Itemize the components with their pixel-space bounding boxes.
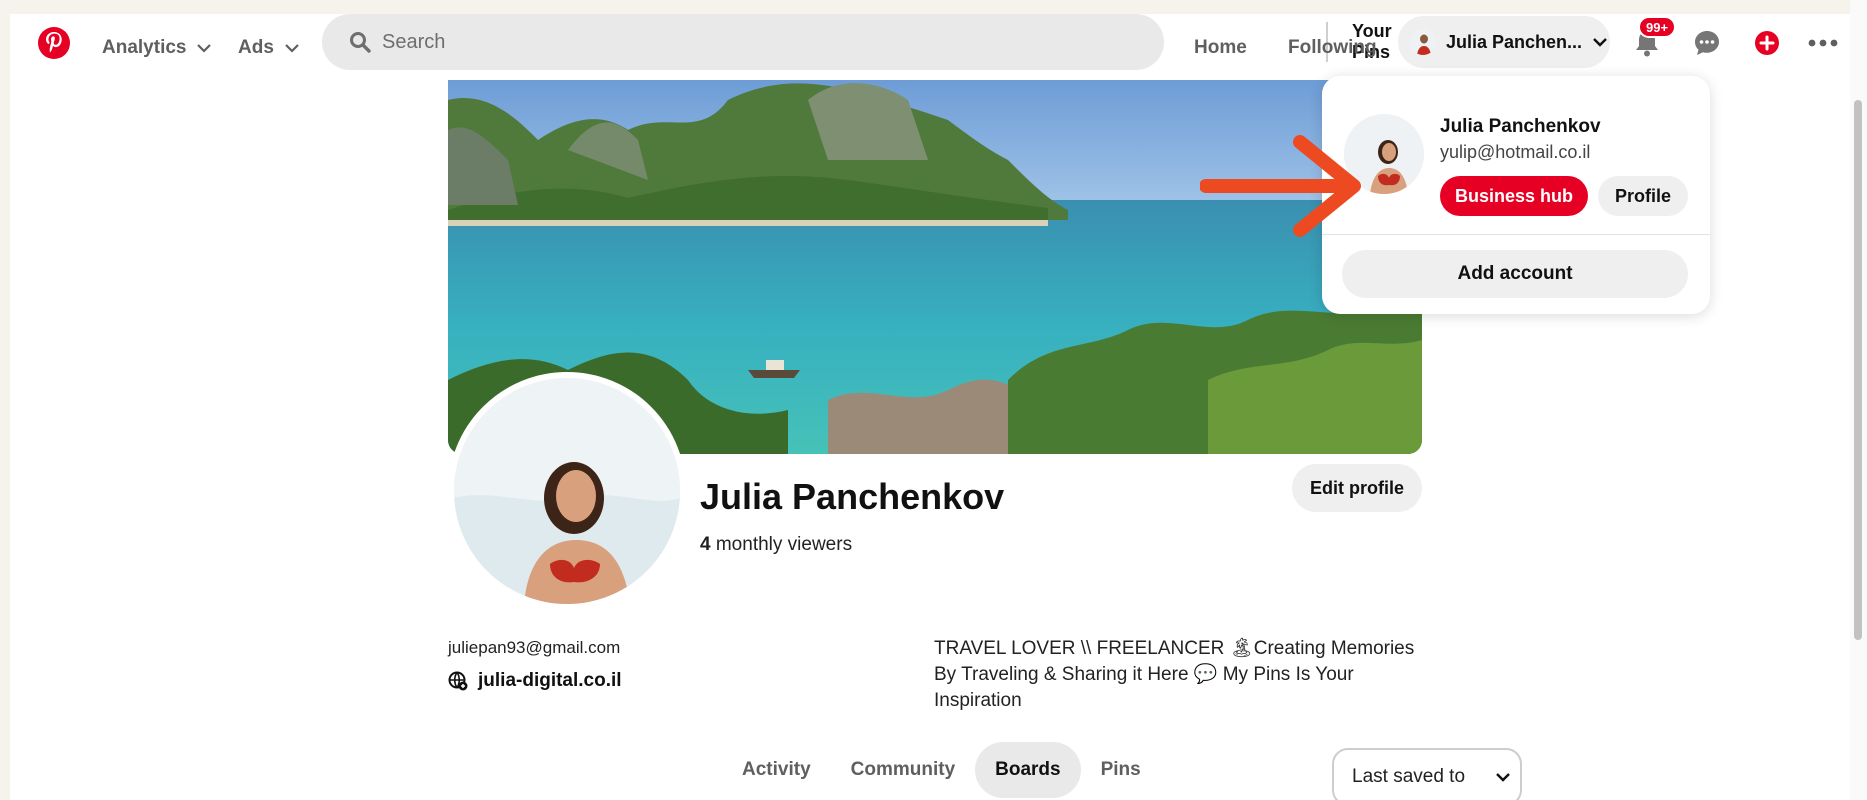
edit-profile-button[interactable]: Edit profile [1292, 464, 1422, 512]
globe-link-icon [448, 671, 468, 691]
pinterest-logo-icon[interactable] [38, 27, 70, 59]
chevron-down-icon [1496, 773, 1510, 782]
sort-select[interactable]: Last saved to [1332, 748, 1522, 800]
page: Analytics Ads Your Pins Home Following [10, 14, 1850, 800]
home-link[interactable]: Home [1194, 34, 1247, 62]
notifications-badge: 99+ [1638, 16, 1677, 38]
business-hub-button[interactable]: Business hub [1440, 176, 1588, 216]
chat-icon [1695, 31, 1719, 55]
tab-boards[interactable]: Boards [975, 742, 1081, 798]
analytics-menu[interactable]: Analytics [102, 34, 212, 62]
create-button[interactable] [1750, 26, 1784, 60]
monthly-viewers: 4 monthly viewers [700, 534, 852, 556]
chevron-down-icon [285, 44, 299, 53]
search-input[interactable] [382, 14, 1022, 70]
profile-name: Julia Panchenkov [700, 476, 1005, 517]
following-link[interactable]: Following [1288, 34, 1377, 62]
website-label: julia-digital.co.il [478, 670, 622, 691]
tab-community[interactable]: Community [831, 742, 976, 798]
account-name: Julia Panchen... [1446, 31, 1583, 52]
viewers-label: monthly viewers [715, 534, 853, 555]
messages-button[interactable] [1690, 26, 1724, 60]
annotation-arrow-icon [1200, 135, 1361, 237]
profile-button[interactable]: Profile [1598, 176, 1688, 216]
search-bar: Your Pins [322, 14, 1418, 70]
website-link[interactable]: julia-digital.co.il [448, 670, 622, 692]
avatar [1410, 29, 1436, 55]
plus-icon [1755, 31, 1779, 55]
profile-avatar [448, 372, 686, 610]
ads-label: Ads [238, 37, 274, 58]
analytics-label: Analytics [102, 37, 187, 58]
scrollbar[interactable] [1850, 0, 1867, 800]
search-icon [350, 32, 371, 53]
chevron-down-icon [1593, 38, 1607, 47]
profile-email: juliepan93@gmail.com [448, 638, 621, 657]
divider [1322, 234, 1710, 235]
add-account-button[interactable]: Add account [1342, 250, 1688, 298]
profile-bio: TRAVEL LOVER \\ FREELANCER 🏝Creating Mem… [934, 638, 1415, 711]
menu-account-name: Julia Panchenkov [1440, 116, 1601, 137]
sort-selected: Last saved to [1352, 766, 1466, 787]
following-label: Following [1288, 37, 1377, 58]
menu-account-email: yulip@hotmail.co.il [1440, 142, 1591, 162]
more-options-button[interactable] [1806, 26, 1840, 60]
account-dropdown: Julia Panchenkov yulip@hotmail.co.il Bus… [1322, 76, 1710, 314]
scrollbar-thumb[interactable] [1854, 100, 1862, 640]
viewers-count: 4 [700, 534, 711, 555]
ads-menu[interactable]: Ads [238, 34, 300, 62]
tab-pins[interactable]: Pins [1081, 742, 1161, 798]
profile-tabs: Activity Community Boards Pins [722, 742, 1161, 798]
home-label: Home [1194, 37, 1247, 58]
chevron-down-icon [197, 44, 212, 53]
more-icon [1808, 39, 1838, 47]
tab-activity[interactable]: Activity [722, 742, 831, 798]
account-switcher[interactable]: Julia Panchen... [1398, 16, 1610, 68]
